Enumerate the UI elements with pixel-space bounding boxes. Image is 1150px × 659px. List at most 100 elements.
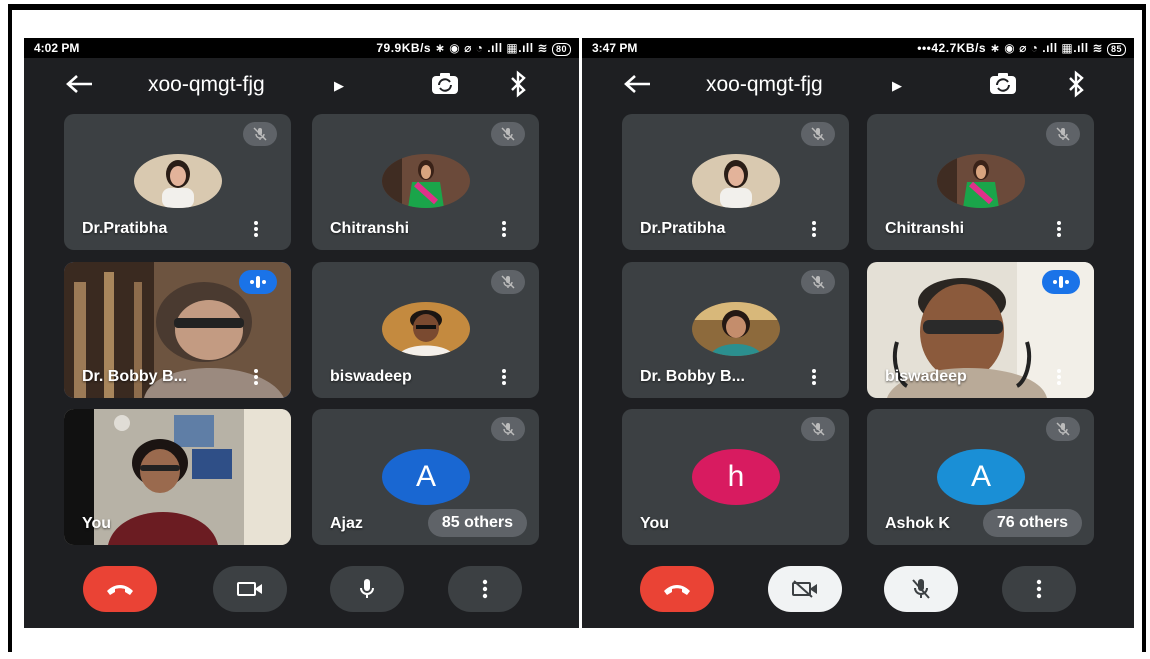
camera-button[interactable] xyxy=(213,566,287,612)
end-call-button[interactable] xyxy=(640,566,714,612)
others-count-chip[interactable]: 76 others xyxy=(982,509,1082,537)
mic-off-badge xyxy=(491,417,525,441)
back-arrow-icon[interactable] xyxy=(64,72,94,96)
participant-tile[interactable]: Dr. Bobby B... xyxy=(622,262,849,398)
participant-tile[interactable]: biswadeep xyxy=(867,262,1094,398)
mic-off-icon xyxy=(501,422,515,436)
others-count-chip[interactable]: 85 others xyxy=(427,509,527,537)
mic-off-icon xyxy=(811,422,825,436)
avatar xyxy=(382,154,470,208)
bluetooth-icon[interactable] xyxy=(1064,70,1088,98)
participant-tile[interactable]: Chitranshi xyxy=(867,114,1094,250)
status-bar: 3:47 PM •••42.7KB/s ∗ ◉ ⌀ ◔ .ıll ▦.ıll ≋… xyxy=(582,38,1134,58)
participant-tile[interactable]: Dr.Pratibha xyxy=(622,114,849,250)
more-options-icon[interactable] xyxy=(501,220,507,238)
more-options-icon[interactable] xyxy=(811,220,817,238)
status-time: 4:02 PM xyxy=(34,41,80,55)
mic-off-icon xyxy=(501,127,515,141)
participant-tile[interactable]: h You xyxy=(622,409,849,545)
avatar xyxy=(937,154,1025,208)
microphone-button[interactable] xyxy=(330,566,404,612)
participant-name: Dr. Bobby B... xyxy=(82,368,187,385)
participant-tile[interactable]: Dr. Bobby B... xyxy=(64,262,291,398)
video-camera-off-icon xyxy=(792,580,817,598)
participant-name: Chitranshi xyxy=(330,220,410,237)
avatar-letter: A xyxy=(382,449,470,505)
mic-off-badge xyxy=(1046,417,1080,441)
mic-off-badge xyxy=(1046,122,1080,146)
speaking-indicator xyxy=(1042,270,1080,294)
caret-right-icon[interactable]: ▶ xyxy=(892,78,902,94)
mic-off-badge xyxy=(491,122,525,146)
participant-name: Ajaz xyxy=(330,515,363,532)
more-options-icon[interactable] xyxy=(501,368,507,386)
phone-screen-right: 3:47 PM •••42.7KB/s ∗ ◉ ⌀ ◔ .ıll ▦.ıll ≋… xyxy=(582,38,1134,628)
participant-tile[interactable]: Dr.Pratibha xyxy=(64,114,291,250)
phone-screen-left: 4:02 PM 79.9KB/s ∗ ◉ ⌀ ◔ .ıll ▦.ıll ≋ 80 … xyxy=(24,38,579,628)
avatar xyxy=(692,302,780,356)
more-options-icon[interactable] xyxy=(1056,220,1062,238)
battery-icon: 85 xyxy=(1106,43,1126,56)
participant-tile[interactable]: A Ashok K 76 others xyxy=(867,409,1094,545)
more-options-icon[interactable] xyxy=(253,220,259,238)
bluetooth-icon[interactable] xyxy=(506,70,530,98)
speaking-indicator xyxy=(239,270,277,294)
phone-hangup-icon xyxy=(107,585,133,595)
avatar-letter: h xyxy=(692,449,780,505)
meeting-code[interactable]: xoo-qmgt-fjg xyxy=(148,73,265,97)
more-options-icon[interactable] xyxy=(253,368,259,386)
participant-name: Ashok K xyxy=(885,515,950,532)
mic-off-badge xyxy=(801,417,835,441)
meeting-header: xoo-qmgt-fjg ▶ xyxy=(582,58,1134,110)
camera-off-button[interactable] xyxy=(768,566,842,612)
switch-camera-icon[interactable] xyxy=(988,70,1018,98)
more-vert-icon xyxy=(1036,579,1042,599)
mic-off-badge xyxy=(243,122,277,146)
status-bar: 4:02 PM 79.9KB/s ∗ ◉ ⌀ ◔ .ıll ▦.ıll ≋ 80 xyxy=(24,38,579,58)
meeting-code[interactable]: xoo-qmgt-fjg xyxy=(706,73,823,97)
participant-name: You xyxy=(640,515,670,532)
microphone-off-button[interactable] xyxy=(884,566,958,612)
participant-name: biswadeep xyxy=(330,368,412,385)
end-call-button[interactable] xyxy=(83,566,157,612)
mic-off-icon xyxy=(811,127,825,141)
switch-camera-icon[interactable] xyxy=(430,70,460,98)
network-speed: •••42.7KB/s ∗ ◉ ⌀ ◔ .ıll ▦.ıll ≋ xyxy=(917,41,1103,55)
avatar xyxy=(692,154,780,208)
participant-tile[interactable]: biswadeep xyxy=(312,262,539,398)
more-options-button[interactable] xyxy=(448,566,522,612)
more-options-button[interactable] xyxy=(1002,566,1076,612)
avatar xyxy=(382,302,470,356)
mic-off-badge xyxy=(801,122,835,146)
mic-off-badge xyxy=(801,270,835,294)
status-time: 3:47 PM xyxy=(592,41,638,55)
status-icons: •••42.7KB/s ∗ ◉ ⌀ ◔ .ıll ▦.ıll ≋ 85 xyxy=(917,41,1126,56)
microphone-off-icon xyxy=(912,579,930,599)
meeting-header: xoo-qmgt-fjg ▶ xyxy=(24,58,579,110)
mic-off-badge xyxy=(491,270,525,294)
mic-off-icon xyxy=(1056,127,1070,141)
participant-name: Dr.Pratibha xyxy=(640,220,726,237)
participant-tile[interactable]: You xyxy=(64,409,291,545)
participant-name: Dr.Pratibha xyxy=(82,220,168,237)
network-speed: 79.9KB/s ∗ ◉ ⌀ ◔ .ıll ▦.ıll ≋ xyxy=(376,41,548,55)
avatar xyxy=(134,154,222,208)
phone-hangup-icon xyxy=(664,585,690,595)
mic-off-icon xyxy=(811,275,825,289)
mic-off-icon xyxy=(253,127,267,141)
participant-name: You xyxy=(82,515,112,532)
more-options-icon[interactable] xyxy=(1056,368,1062,386)
participant-tile[interactable]: A Ajaz 85 others xyxy=(312,409,539,545)
participant-name: biswadeep xyxy=(885,368,967,385)
more-options-icon[interactable] xyxy=(811,368,817,386)
mic-off-icon xyxy=(1056,422,1070,436)
participant-tile[interactable]: Chitranshi xyxy=(312,114,539,250)
microphone-icon xyxy=(360,579,374,598)
mic-off-icon xyxy=(501,275,515,289)
back-arrow-icon[interactable] xyxy=(622,72,652,96)
avatar-letter: A xyxy=(937,449,1025,505)
caret-right-icon[interactable]: ▶ xyxy=(334,78,344,94)
video-camera-icon xyxy=(237,582,262,596)
battery-icon: 80 xyxy=(551,43,571,56)
participant-name: Dr. Bobby B... xyxy=(640,368,745,385)
